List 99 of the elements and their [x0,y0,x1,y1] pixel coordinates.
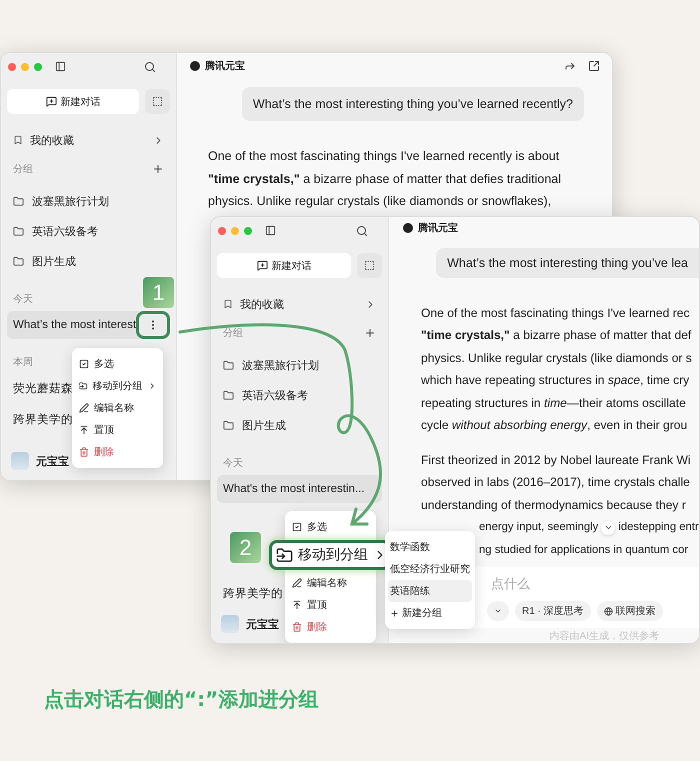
app-title: 腾讯元宝 [205,59,245,73]
maximize-button[interactable] [34,62,42,70]
search-icon[interactable] [356,224,368,236]
plus-icon [390,608,399,618]
menu-item[interactable]: 编辑名称 [75,397,160,419]
chat-item[interactable]: What’s the most interest [7,311,170,339]
answer-text: understanding of thermodynamics because they r [421,496,686,514]
logo-icon [190,61,200,71]
chat-plus-icon [46,96,56,107]
sidebar-toggle-icon[interactable] [265,225,276,236]
scroll-down-button[interactable] [601,520,616,535]
section-label: 分组 [223,327,243,340]
answer-text: "time crystals," a bizarre phase of matter that def [421,327,692,344]
group-item[interactable]: 波塞黑旅行计划 [217,350,382,380]
new-group-option[interactable]: 新建分组 [388,602,472,624]
group-option[interactable]: 英语陪练 [388,580,472,602]
folder-icon [223,360,234,370]
favorites-item[interactable]: 我的收藏 [7,126,170,154]
chat-item[interactable]: What's the most interestin... [217,475,382,503]
answer-text: which have repeating structures in space, time cry [421,372,690,390]
caption-text: 点击对话右侧的“:”添加进分组 [44,686,318,713]
menu-item[interactable]: 编辑名称 [288,572,373,594]
answer-text: cycle without absorbing energy, even in their grou [421,417,688,434]
answer-text: One of the most fascinating things I've learned rec [421,304,690,322]
sidebar-toggle-icon[interactable] [55,61,66,72]
answer-text: physics. Unlike regular crystals (like diamonds or snowflakes), [208,193,552,210]
checkbox-icon [292,522,302,532]
answer-text: energy input, seemingly [479,520,598,536]
trash-icon [79,447,89,457]
close-button[interactable] [218,226,226,234]
group-item[interactable]: 英语六级备考 [217,380,382,410]
folder-icon [13,196,24,206]
section-label: 本周 [13,356,33,369]
folder-icon [276,546,293,564]
answer-text: ng studied for applications in quantum cor [479,542,688,558]
tool-button[interactable]: 联网搜索 [596,601,663,622]
globe-icon [604,606,613,616]
answer-text: observed in labs (2016–2017), time crystals challe [421,474,690,492]
pen-icon [292,578,302,588]
section-label: 今天 [13,293,33,306]
user-message: What’s the most interesting thing you’ve lea [436,248,699,278]
group-option[interactable]: 低空经济行业研究 [388,558,472,580]
answer-text: physics. Unlike regular crystals (like diamonds or s [421,350,692,367]
maximize-button[interactable] [244,226,252,234]
answer-text: First theorized in 2012 by Nobel laureate Frank Wi [421,452,691,469]
menu-item[interactable]: 删除 [288,616,373,638]
select-button[interactable] [357,253,382,278]
user-name: 元宝宝 [246,618,279,632]
open-window-icon[interactable] [588,60,600,72]
group-item[interactable]: 英语六级备考 [7,216,170,246]
bookmark-icon [223,299,233,309]
section-label: 分组 [13,163,33,176]
answer-text: One of the most fascinating things I've learned recently is about [208,148,560,165]
dashed-square-icon [364,260,375,271]
tool-button[interactable]: R1 · 深度思考 [515,601,591,622]
bookmark-icon [13,135,23,145]
folder-icon [79,381,88,391]
step-badge: 2 [230,532,261,563]
favorites-item[interactable]: 我的收藏 [217,290,382,318]
step-badge: 1 [143,277,174,308]
close-button[interactable] [8,62,16,70]
more-button[interactable] [136,311,170,339]
app-title: 腾讯元宝 [418,221,458,236]
answer-text: "time crystals," a bizarre phase of matter that defies traditional [208,170,562,188]
share-icon[interactable] [564,60,576,72]
user-name: 元宝宝 [36,454,69,468]
group-option[interactable]: 数学函数 [388,536,472,558]
group-item[interactable]: 波塞黑旅行计划 [7,186,170,216]
menu-item[interactable]: 多选 [75,353,160,375]
dashed-square-icon [152,96,163,107]
chat-plus-icon [256,260,268,271]
pin-top-icon [292,600,302,610]
menu-item[interactable]: 置顶 [75,419,160,441]
folder-icon [223,390,234,400]
logo-icon [403,223,413,234]
answer-text: repeating structures in time—their atoms oscillate [421,394,686,412]
new-chat-button[interactable]: 新建对话 [217,253,351,278]
new-chat-button[interactable]: 新建对话 [7,89,139,114]
trash-icon [292,622,302,632]
chat-input[interactable]: 点什么 [491,573,611,594]
add-group-icon[interactable] [152,163,164,175]
section-label: 今天 [223,457,243,470]
user-message: What’s the most interesting thing you’ve learned recently? [242,87,584,121]
add-group-icon[interactable] [364,327,376,339]
folder-icon [223,420,234,430]
menu-item[interactable]: 删除 [75,441,160,463]
menu-item[interactable]: 移动到分组 [75,375,160,397]
checkbox-icon [79,359,89,369]
pen-icon [79,403,89,413]
search-icon[interactable] [144,60,156,72]
pin-top-icon [79,425,89,435]
folder-icon [13,226,24,236]
menu-item[interactable]: 多选 [288,516,373,538]
folder-icon [13,256,24,266]
menu-item[interactable]: 置顶 [288,594,373,616]
group-item[interactable]: 图片生成 [7,246,170,276]
group-item[interactable]: 图片生成 [217,410,382,440]
select-button[interactable] [145,89,170,114]
answer-text: idestepping entr [618,520,699,536]
